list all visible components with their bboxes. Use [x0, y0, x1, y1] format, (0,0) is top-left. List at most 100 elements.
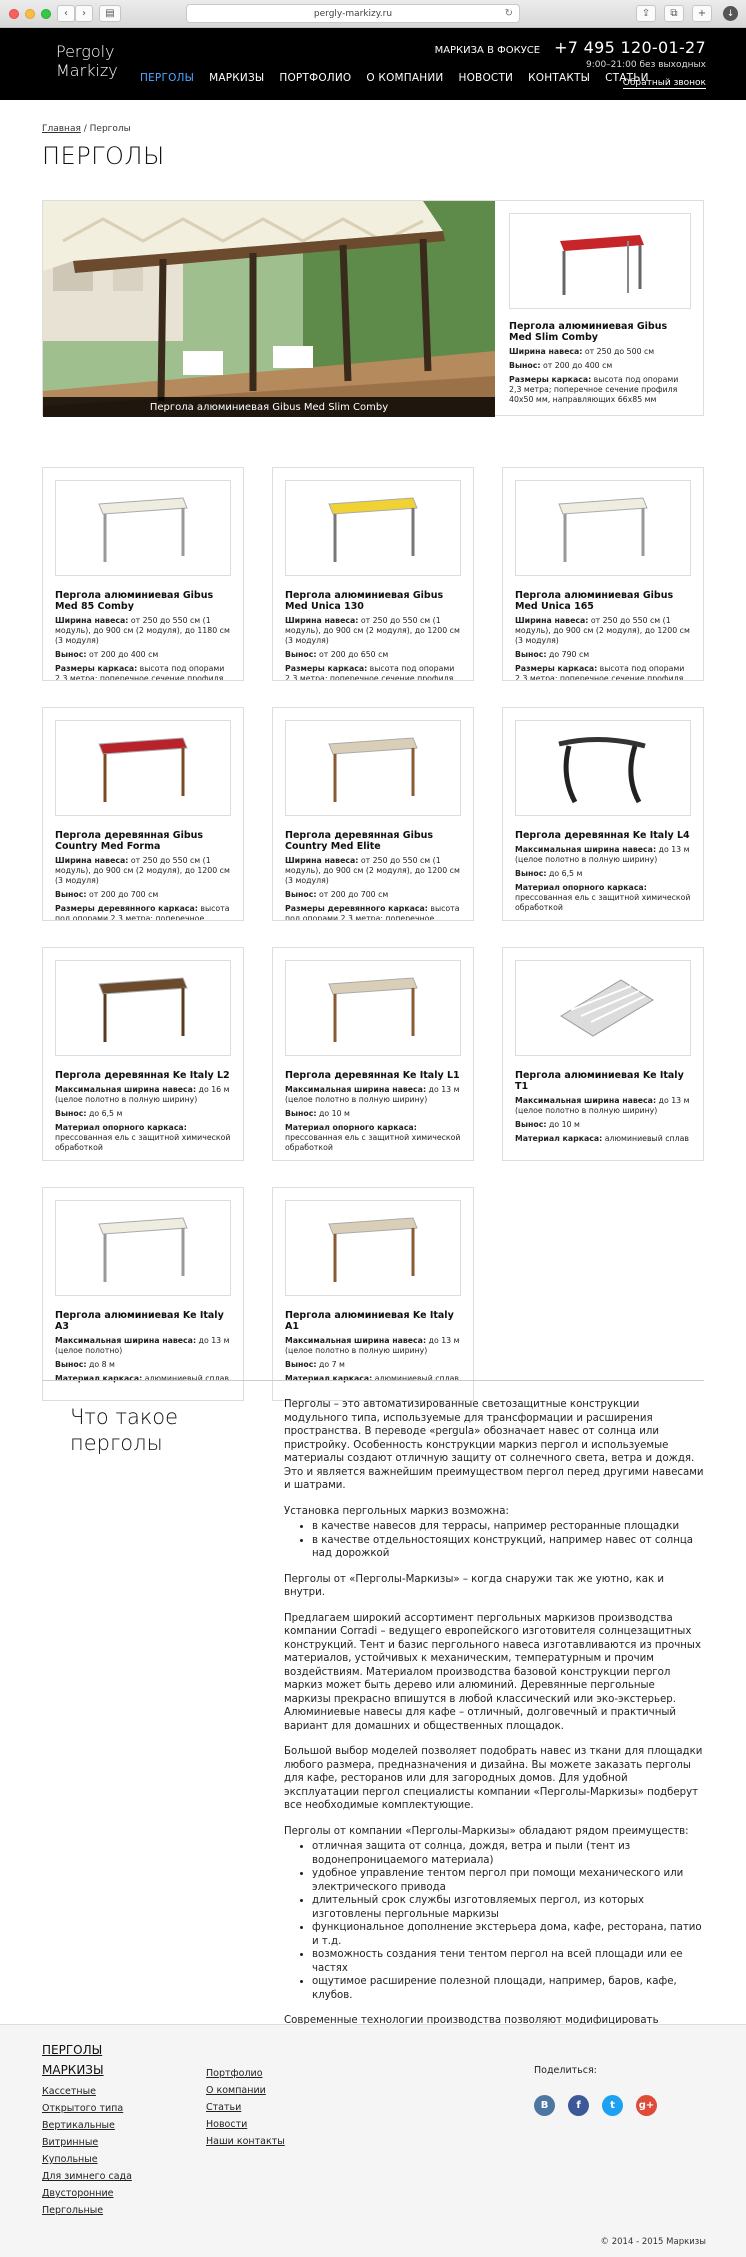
- footer-markiza-link[interactable]: Пергольные: [42, 2202, 132, 2219]
- spec-line: Максимальная ширина навеса: до 13 м (цел…: [285, 1336, 461, 1356]
- footer-markiza-link[interactable]: Для зимнего сада: [42, 2168, 132, 2185]
- footer-markiza-link[interactable]: Вертикальные: [42, 2117, 132, 2134]
- product-card[interactable]: Пергола алюминиевая Ke Italy A3 Максималь…: [42, 1187, 244, 1401]
- close-window-icon[interactable]: [9, 9, 19, 19]
- wooden-pergola-icon[interactable]: [285, 720, 461, 816]
- spec-line: Ширина навеса: от 250 до 550 см (1 модул…: [55, 616, 231, 646]
- product-card[interactable]: Пергола алюминиевая Ke Italy A1 Максималь…: [272, 1187, 474, 1401]
- spec-label: Размеры каркаса:: [515, 664, 598, 673]
- nav-item[interactable]: О КОМПАНИИ: [366, 72, 443, 84]
- product-card[interactable]: Пергола деревянная Ke Italy L2 Максимальн…: [42, 947, 244, 1161]
- footer-markiza-link[interactable]: Кассетные: [42, 2083, 132, 2100]
- footer-pergolas-link[interactable]: ПЕРГОЛЫ: [42, 2043, 132, 2057]
- focus-link[interactable]: МАРКИЗА В ФОКУСЕ: [435, 45, 541, 56]
- footer-markiza-link[interactable]: Купольные: [42, 2151, 132, 2168]
- new-tab-icon[interactable]: +: [692, 5, 712, 22]
- spec-label: Вынос:: [515, 1120, 547, 1129]
- reload-icon[interactable]: ↻: [505, 8, 513, 19]
- address-bar[interactable]: pergly-markizy.ru ↻: [186, 4, 520, 23]
- featured-title[interactable]: Пергола алюминиевая Gibus Med Slim Comby: [509, 321, 691, 343]
- spec-line: Вынос: до 10 м: [285, 1109, 461, 1119]
- spec-label: Размеры каркаса:: [55, 664, 138, 673]
- product-title[interactable]: Пергола деревянная Ke Italy L1: [285, 1070, 461, 1081]
- product-card[interactable]: Пергола деревянная Gibus Country Med For…: [42, 707, 244, 921]
- featured-product[interactable]: Пергола алюминиевая Gibus Med Slim Comby…: [42, 200, 704, 417]
- nav-item[interactable]: ПЕРГОЛЫ: [140, 72, 194, 84]
- product-card[interactable]: Пергола деревянная Ke Italy L4 Максимальн…: [502, 707, 704, 921]
- sidebar-icon[interactable]: ▤: [99, 5, 121, 22]
- callback-link[interactable]: Обратный звонок: [622, 78, 706, 89]
- product-title[interactable]: Пергола алюминиевая Gibus Med 85 Comby: [55, 590, 231, 612]
- nav-item[interactable]: ПОРТФОЛИО: [279, 72, 351, 84]
- product-card[interactable]: Пергола алюминиевая Gibus Med Unica 165 Ш…: [502, 467, 704, 681]
- product-card[interactable]: Пергола алюминиевая Gibus Med 85 Comby Ши…: [42, 467, 244, 681]
- product-card[interactable]: Пергола деревянная Gibus Country Med Eli…: [272, 707, 474, 921]
- curved-black-pergola-icon[interactable]: [515, 720, 691, 816]
- share-icon[interactable]: ⇪: [636, 5, 656, 22]
- red-wooden-pergola-icon[interactable]: [55, 720, 231, 816]
- minimize-window-icon[interactable]: [25, 9, 35, 19]
- tabs-icon[interactable]: ⧉: [664, 5, 684, 22]
- zoom-window-icon[interactable]: [41, 9, 51, 19]
- footer-markizy-link[interactable]: МАРКИЗЫ: [42, 2063, 132, 2077]
- product-title[interactable]: Пергола алюминиевая Gibus Med Unica 165: [515, 590, 691, 612]
- facebook-icon[interactable]: f: [568, 2095, 589, 2116]
- wooden-pergola-icon[interactable]: [285, 1200, 461, 1296]
- product-title[interactable]: Пергола алюминиевая Gibus Med Unica 130: [285, 590, 461, 612]
- google-plus-icon[interactable]: g+: [636, 2095, 657, 2116]
- dark-wooden-pergola-icon[interactable]: [55, 960, 231, 1056]
- spec-label: Материал каркаса:: [515, 1134, 603, 1143]
- social-buttons: Вf t g+: [534, 2095, 657, 2116]
- footer-page-link[interactable]: Портфолио: [206, 2065, 285, 2082]
- white-aluminium-pergola-icon[interactable]: [55, 480, 231, 576]
- product-title[interactable]: Пергола алюминиевая Ke Italy A1: [285, 1310, 461, 1332]
- white-aluminium-pergola-icon[interactable]: [55, 1200, 231, 1296]
- twitter-icon[interactable]: t: [602, 2095, 623, 2116]
- spec-line: Материал каркаса: алюминиевый сплав: [285, 1374, 461, 1384]
- breadcrumb-home[interactable]: Главная: [42, 124, 81, 134]
- product-card[interactable]: Пергола алюминиевая Gibus Med Unica 130 Ш…: [272, 467, 474, 681]
- spec-label: Вынос:: [55, 1109, 87, 1118]
- vk-icon[interactable]: В: [534, 2095, 555, 2116]
- footer-page-link[interactable]: Новости: [206, 2116, 285, 2133]
- footer-markiza-link[interactable]: Открытого типа: [42, 2100, 132, 2117]
- yellow-aluminium-pergola-icon[interactable]: [285, 480, 461, 576]
- footer-page-link[interactable]: О компании: [206, 2082, 285, 2099]
- about-paragraph: Большой выбор моделей позволяет подобрат…: [284, 1746, 703, 1811]
- nav-item[interactable]: МАРКИЗЫ: [209, 72, 264, 84]
- spec-label: Материал каркаса:: [285, 1374, 373, 1383]
- white-aluminium-pergola-icon[interactable]: [515, 480, 691, 576]
- footer-markiza-link[interactable]: Двусторонние: [42, 2185, 132, 2202]
- forward-icon[interactable]: ›: [75, 5, 93, 22]
- spec-label: Ширина навеса:: [55, 616, 129, 625]
- about-paragraph: Перголы от компании «Перголы-Маркизы» об…: [284, 1825, 689, 1837]
- spec-label: Вынос:: [285, 650, 317, 659]
- footer-page-link[interactable]: Статьи: [206, 2099, 285, 2116]
- phone-number[interactable]: +7 495 120-01-27: [554, 38, 706, 57]
- red-aluminium-pergola-icon[interactable]: [509, 213, 691, 309]
- product-title[interactable]: Пергола алюминиевая Ke Italy A3: [55, 1310, 231, 1332]
- product-card[interactable]: Пергола деревянная Ke Italy L1 Максимальн…: [272, 947, 474, 1161]
- list-item: ощутимое расширение полезной площади, на…: [312, 1975, 704, 2002]
- product-title[interactable]: Пергола деревянная Gibus Country Med Eli…: [285, 830, 461, 852]
- downloads-icon[interactable]: ↓: [723, 6, 738, 21]
- product-title[interactable]: Пергола деревянная Ke Italy L2: [55, 1070, 231, 1081]
- spec-line: Вынос: до 8 м: [55, 1360, 231, 1370]
- back-icon[interactable]: ‹: [57, 5, 75, 22]
- product-title[interactable]: Пергола алюминиевая Ke Italy T1: [515, 1070, 691, 1092]
- footer-markiza-link[interactable]: Витринные: [42, 2134, 132, 2151]
- canopy-roof-icon[interactable]: [515, 960, 691, 1056]
- spec-line: Вынос: от 200 до 700 см: [285, 890, 461, 900]
- product-title[interactable]: Пергола деревянная Gibus Country Med For…: [55, 830, 231, 852]
- product-title[interactable]: Пергола деревянная Ke Italy L4: [515, 830, 691, 841]
- spec-line: Ширина навеса: от 250 до 550 см (1 модул…: [285, 856, 461, 886]
- product-card[interactable]: Пергола алюминиевая Ke Italy T1 Максималь…: [502, 947, 704, 1161]
- site-logo[interactable]: Pergoly Markizy: [56, 42, 118, 80]
- wooden-pergola-icon[interactable]: [285, 960, 461, 1056]
- spec-value: до 790 см: [546, 650, 590, 659]
- spec-line: Ширина навеса: от 250 до 550 см (1 модул…: [515, 616, 691, 646]
- spec-label: Максимальная ширина навеса:: [55, 1085, 197, 1094]
- footer-page-link[interactable]: Наши контакты: [206, 2133, 285, 2150]
- featured-product-photo[interactable]: Пергола алюминиевая Gibus Med Slim Comby: [43, 201, 495, 417]
- spec-label: Ширина навеса:: [55, 856, 129, 865]
